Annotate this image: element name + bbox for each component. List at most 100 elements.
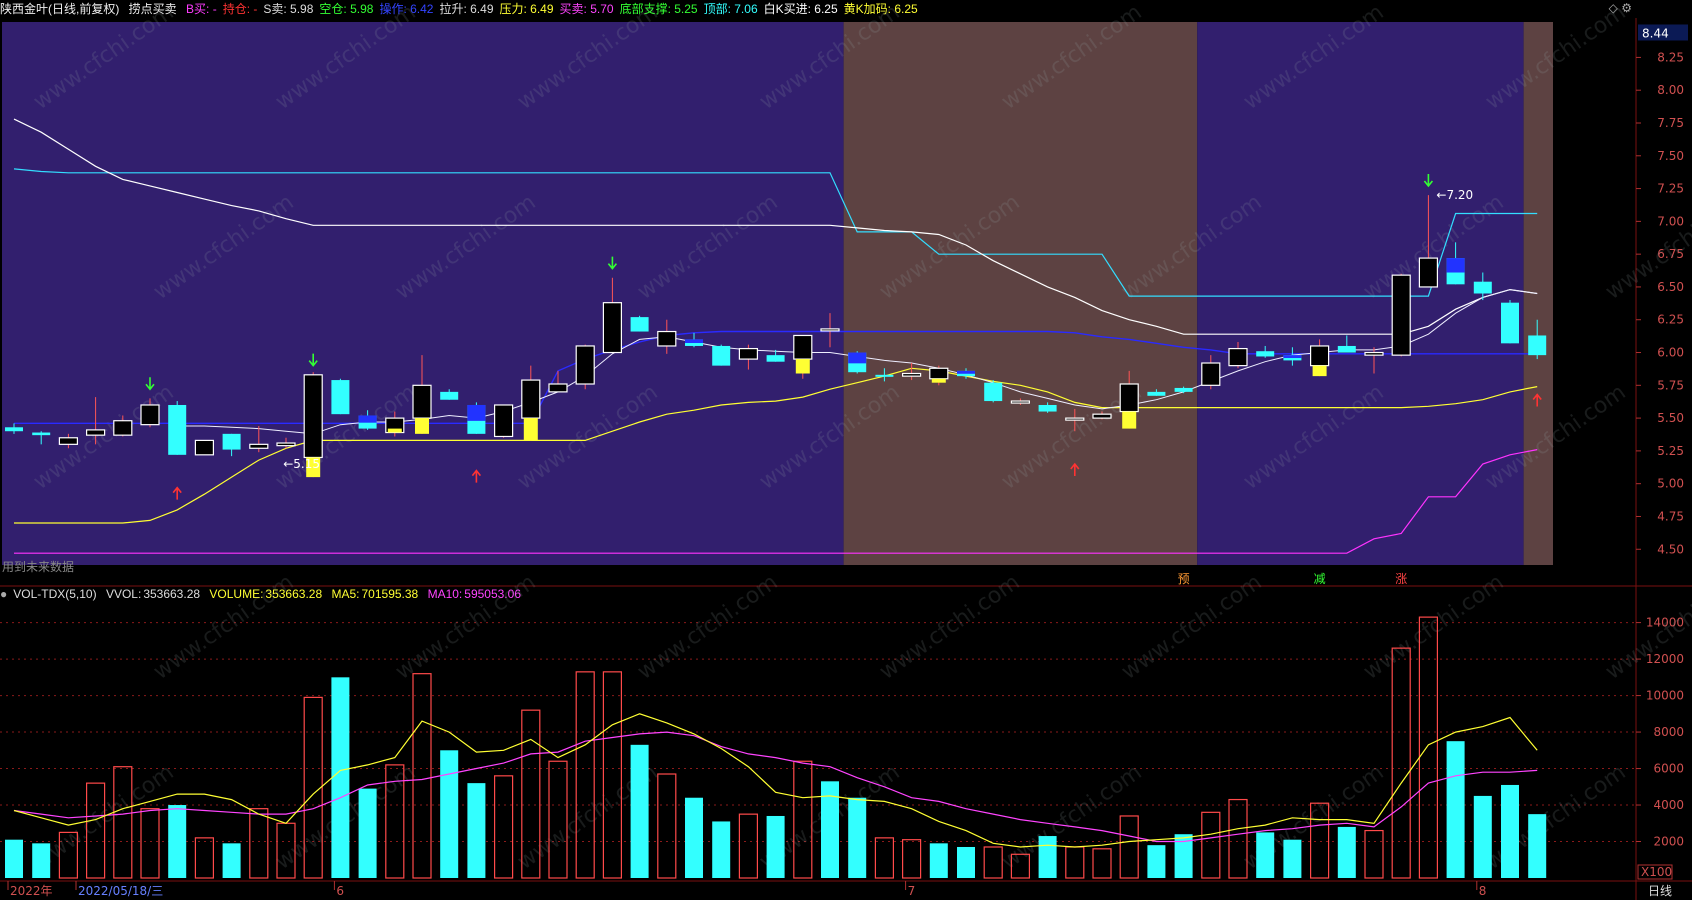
price-tick-label: 5.25 <box>1657 444 1684 458</box>
candle-body-up <box>1228 347 1248 367</box>
price-tick-label: 8.25 <box>1657 50 1684 64</box>
candle-body-down <box>1337 345 1356 353</box>
volume-bar-up <box>738 813 759 879</box>
volume-bar-down <box>168 805 187 878</box>
volume-bar-down <box>440 750 459 878</box>
volume-bar-up <box>1092 848 1112 879</box>
volume-bar-up <box>140 808 160 879</box>
candle-body-down <box>1501 302 1519 344</box>
candle-yellow-part <box>1122 411 1137 429</box>
current-price-label: 8.44 <box>1642 26 1669 40</box>
watermark: www.cfchi.com <box>1117 570 1266 685</box>
volume-bar-down <box>1337 826 1356 878</box>
price-tick-label: 4.50 <box>1657 542 1684 556</box>
volume-bar-down <box>1446 741 1465 878</box>
candle-blue-part <box>848 352 867 364</box>
candle-body-down <box>222 433 241 450</box>
volume-bar-down <box>1256 832 1275 878</box>
price-tick-label: 6.00 <box>1657 346 1684 360</box>
candle-body-up <box>602 302 623 354</box>
price-tick-label: 4.75 <box>1657 509 1684 523</box>
bg-zone-0 <box>2 22 844 565</box>
time-tick-label: 6 <box>336 884 344 898</box>
low-price-label: ←5.15 <box>283 457 320 471</box>
signal-tag: 减 <box>1314 572 1326 586</box>
candle-body-down <box>1174 387 1193 392</box>
candle-body-down <box>630 317 649 332</box>
volume-bar-up <box>1364 829 1384 879</box>
volume-bar-down <box>685 797 703 878</box>
time-tick-label: 2022/05/18/三 <box>78 884 163 898</box>
candle-body-up <box>140 404 160 426</box>
candle-body-down <box>766 355 785 362</box>
volume-bar-down <box>5 839 23 878</box>
price-tick-label: 7.50 <box>1657 149 1684 163</box>
volume-bar-up <box>1418 616 1439 879</box>
candle-body-up <box>901 372 922 377</box>
price-tick-label: 7.25 <box>1657 182 1684 196</box>
candle-yellow-part <box>523 418 538 441</box>
candle-body-down <box>331 380 350 415</box>
candle-blue-part <box>1446 258 1465 273</box>
period-label: 日线 <box>1648 884 1672 898</box>
volume-bar-up <box>194 837 214 879</box>
price-tick-label: 6.50 <box>1657 280 1684 294</box>
volume-tick-label: 4000 <box>1653 798 1684 812</box>
volume-bar-up <box>901 839 922 879</box>
candle-yellow-part <box>795 359 810 374</box>
candle-body-up <box>929 367 949 380</box>
volume-bar-down <box>1501 784 1519 878</box>
candle-body-up <box>657 330 677 347</box>
price-tick-label: 8.00 <box>1657 83 1684 97</box>
volume-tick-label: 10000 <box>1646 689 1684 703</box>
watermark: www.cfchi.com <box>997 760 1146 875</box>
signal-tag: 预 <box>1178 572 1190 586</box>
watermark: www.cfchi.com <box>391 570 540 685</box>
volume-bar-up <box>1119 815 1139 879</box>
candle-body-up <box>548 383 568 393</box>
candle-body-up <box>521 379 541 419</box>
candle-body-up <box>194 439 214 456</box>
watermark: www.cfchi.com <box>149 570 298 685</box>
candle-yellow-part <box>387 428 402 433</box>
volume-bar-down <box>358 788 377 878</box>
time-tick-label: 8 <box>1479 884 1487 898</box>
candle-blue-part <box>957 370 975 374</box>
volume-unit-label: X100 <box>1641 865 1672 879</box>
volume-bar-down <box>32 843 51 878</box>
candle-body-up <box>412 384 432 419</box>
volume-bar-up <box>1228 798 1248 879</box>
volume-bar-down <box>1473 795 1492 878</box>
candle-body-up <box>1391 274 1411 356</box>
candle-body-down <box>712 345 731 366</box>
time-tick-label: 2022年 <box>10 884 53 898</box>
volume-bar-up <box>1065 846 1085 879</box>
candle-body-up <box>1065 417 1085 421</box>
candle-body-up <box>1201 362 1221 386</box>
volume-bar-down <box>1283 839 1302 878</box>
candle-body-down <box>440 391 459 400</box>
price-tick-label: 5.00 <box>1657 477 1684 491</box>
candle-yellow-part <box>415 418 429 434</box>
volume-bar-down <box>929 843 948 878</box>
future-data-note: 用到未来数据 <box>2 559 74 574</box>
volume-bar-down <box>1038 836 1057 878</box>
candle-body-up <box>820 328 840 332</box>
price-tick-label: 7.00 <box>1657 214 1684 228</box>
candle-body-up <box>58 437 79 445</box>
candle-body-down <box>168 404 187 455</box>
stock-chart-svg[interactable]: 8.258.007.757.507.257.006.756.506.256.00… <box>0 0 1692 900</box>
candle-body-up <box>494 404 514 438</box>
bg-zone-3 <box>1523 22 1553 565</box>
candle-body-down <box>875 374 894 377</box>
candle-body-up <box>1092 413 1112 419</box>
candle-yellow-part <box>931 378 946 383</box>
candle-blue-part <box>685 339 703 344</box>
candle-body-up <box>1119 383 1139 413</box>
watermark: www.cfchi.com <box>633 570 782 685</box>
candle-body-down <box>984 382 1003 402</box>
price-tick-label: 5.75 <box>1657 378 1684 392</box>
volume-bar-down <box>467 783 486 878</box>
candle-body-up <box>249 443 269 449</box>
volume-tick-label: 8000 <box>1653 725 1684 739</box>
